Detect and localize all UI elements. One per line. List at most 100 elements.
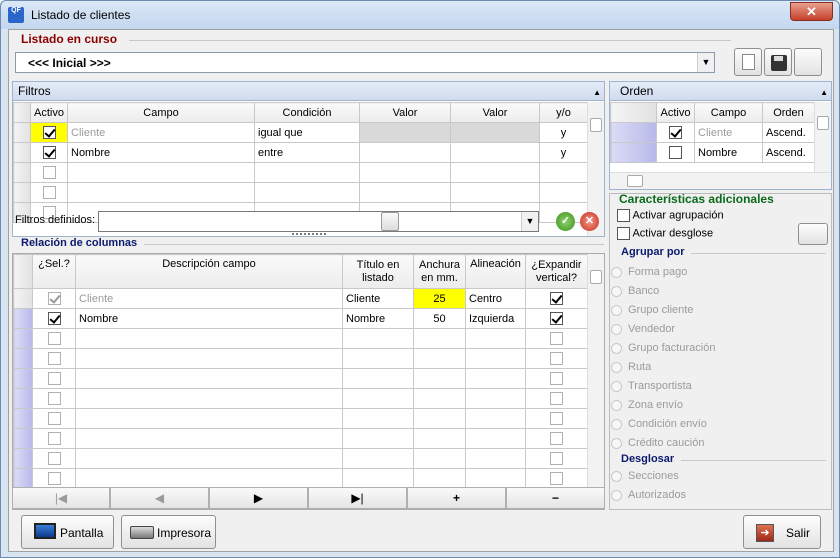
alineacion-cell[interactable]: Izquierda (465, 308, 526, 329)
agrupar-option[interactable]: Forma pago (611, 263, 715, 282)
orden-cell[interactable]: Ascend. (762, 122, 815, 143)
table-row[interactable]: Nombre Nombre 50 Izquierda (13, 308, 588, 329)
scroll-thumb[interactable] (817, 116, 829, 130)
table-row[interactable]: Cliente Cliente 25 Centro (13, 288, 588, 309)
radio-icon[interactable] (611, 489, 622, 501)
radio-icon[interactable] (611, 285, 622, 297)
table-row[interactable]: Cliente igual que y (13, 122, 588, 143)
active-cell[interactable] (30, 122, 68, 143)
table-row[interactable]: Nombre entre y (13, 142, 588, 163)
expandir-checkbox[interactable] (550, 312, 563, 325)
table-row[interactable] (13, 428, 588, 449)
agrupar-option[interactable]: Zona envío (611, 396, 715, 415)
sel-cell[interactable] (32, 288, 76, 309)
agrupacion-checkbox[interactable] (617, 209, 630, 222)
table-row[interactable]: Nombre Ascend. (610, 142, 815, 163)
col-activo[interactable]: Activo (30, 102, 68, 123)
radio-icon[interactable] (611, 399, 622, 411)
col-activo[interactable]: Activo (656, 102, 695, 123)
scroll-thumb[interactable] (590, 270, 602, 284)
resize-grip[interactable] (292, 233, 326, 235)
collapse-up-icon[interactable]: ▲ (593, 84, 601, 102)
row-indicator[interactable] (13, 468, 33, 489)
row-indicator[interactable] (13, 182, 31, 203)
active-cell[interactable] (656, 122, 695, 143)
salir-button[interactable]: ➜ Salir (743, 515, 821, 549)
yo-cell[interactable]: y (539, 122, 588, 143)
col-condicion[interactable]: Condición (254, 102, 360, 123)
expandir-checkbox[interactable] (550, 412, 563, 425)
orden-hscrollbar[interactable] (610, 172, 831, 189)
col-orden[interactable]: Orden (762, 102, 815, 123)
radio-icon[interactable] (611, 437, 622, 449)
row-indicator[interactable] (13, 288, 33, 309)
alineacion-cell[interactable]: Centro (465, 288, 526, 309)
active-checkbox[interactable] (42, 166, 56, 179)
col-valor[interactable]: Valor (359, 102, 451, 123)
active-cell[interactable] (30, 182, 68, 203)
row-indicator[interactable] (13, 388, 33, 409)
table-row[interactable] (13, 448, 588, 469)
row-indicator[interactable] (13, 122, 31, 143)
valor-cell[interactable] (359, 122, 451, 143)
expandir-cell[interactable] (525, 308, 588, 329)
agrupar-option[interactable]: Vendedor (611, 320, 715, 339)
sel-checkbox[interactable] (47, 472, 61, 485)
nav-next-button[interactable]: ▶ (209, 487, 308, 509)
table-row[interactable] (13, 328, 588, 349)
yo-cell[interactable]: y (539, 142, 588, 163)
agrupar-option[interactable]: Grupo facturación (611, 339, 715, 358)
sel-cell[interactable] (32, 308, 76, 329)
combo-splitter[interactable] (381, 212, 399, 231)
condicion-cell[interactable]: entre (254, 142, 360, 163)
sel-checkbox[interactable] (47, 332, 61, 345)
nav-prev-button[interactable]: ◀ (110, 487, 209, 509)
row-indicator[interactable] (13, 408, 33, 429)
expandir-checkbox[interactable] (550, 352, 563, 365)
expandir-checkbox[interactable] (550, 392, 563, 405)
sel-checkbox[interactable] (47, 312, 61, 325)
valor-cell[interactable] (450, 142, 540, 163)
col-alineacion[interactable]: Alineación (465, 254, 526, 289)
relacion-scrollbar[interactable] (587, 254, 604, 509)
desglosar-option[interactable]: Autorizados (611, 486, 686, 505)
radio-icon[interactable] (611, 304, 622, 316)
radio-icon[interactable] (611, 470, 622, 482)
sel-checkbox[interactable] (47, 452, 61, 465)
orden-vscrollbar[interactable] (814, 102, 831, 172)
row-indicator[interactable] (13, 448, 33, 469)
row-indicator[interactable] (13, 308, 33, 329)
row-indicator[interactable] (13, 328, 33, 349)
nav-delete-button[interactable]: − (506, 487, 605, 509)
sel-checkbox[interactable] (47, 352, 61, 365)
agrupacion-option[interactable]: Activar agrupación (617, 209, 724, 222)
col-valor-2[interactable]: Valor (450, 102, 540, 123)
chevron-down-icon[interactable]: ▼ (697, 53, 714, 72)
agrupar-option[interactable]: Grupo cliente (611, 301, 715, 320)
agrupar-option[interactable]: Ruta (611, 358, 715, 377)
orden-cell[interactable]: Ascend. (762, 142, 815, 163)
expandir-checkbox[interactable] (550, 332, 563, 345)
expandir-checkbox[interactable] (550, 432, 563, 445)
scroll-thumb[interactable] (627, 175, 643, 187)
row-indicator[interactable] (13, 428, 33, 449)
pantalla-button[interactable]: Pantalla (21, 515, 114, 549)
expandir-checkbox[interactable] (550, 292, 563, 305)
radio-icon[interactable] (611, 418, 622, 430)
save-listado-button[interactable] (764, 48, 792, 76)
sel-checkbox[interactable] (47, 292, 61, 305)
table-row[interactable] (13, 348, 588, 369)
row-indicator[interactable] (610, 122, 657, 143)
col-sel[interactable]: ¿Sel.? (32, 254, 76, 289)
active-checkbox[interactable] (669, 126, 682, 139)
row-indicator[interactable] (13, 348, 33, 369)
sel-checkbox[interactable] (47, 392, 61, 405)
table-row[interactable] (13, 408, 588, 429)
collapse-up-icon[interactable]: ▲ (820, 84, 828, 102)
valor-cell[interactable] (359, 142, 451, 163)
condicion-cell[interactable]: igual que (254, 122, 360, 143)
table-row[interactable] (13, 368, 588, 389)
sel-checkbox[interactable] (47, 412, 61, 425)
titulo-cell[interactable]: Nombre (342, 308, 414, 329)
accept-filter-icon[interactable]: ✓ (556, 212, 575, 231)
